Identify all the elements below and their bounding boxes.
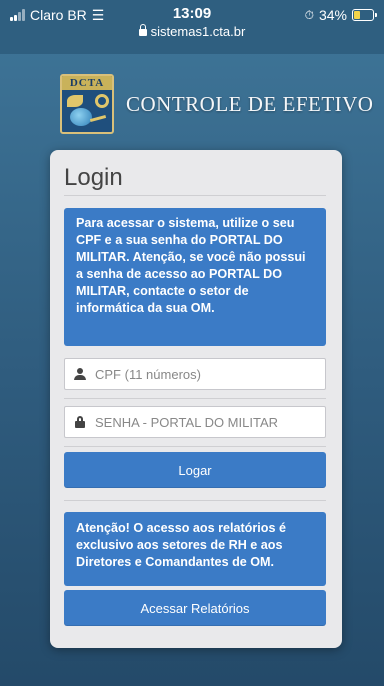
reports-button[interactable]: Acessar Relatórios — [64, 590, 326, 626]
wing-icon — [67, 95, 83, 107]
cpf-input[interactable] — [95, 366, 315, 382]
app-title: CONTROLE DE EFETIVO — [126, 91, 374, 116]
url-text: sistemas1.cta.br — [150, 24, 246, 39]
battery-percent: 34% — [318, 7, 347, 23]
field-divider — [64, 398, 326, 399]
brand-header: DCTA CONTROLE DE EFETIVO — [60, 74, 373, 134]
status-right: ⏱ 34% — [304, 7, 377, 23]
status-bar: Claro BR ☰ 13:09 sistemas1.cta.br ⏱ 34% — [0, 0, 384, 54]
login-title: Login — [64, 164, 123, 191]
form-divider — [64, 446, 326, 447]
dcta-logo: DCTA — [60, 74, 114, 134]
globe-icon — [70, 108, 92, 126]
cpf-field[interactable] — [64, 358, 326, 390]
ring-icon — [95, 94, 109, 108]
section-divider — [64, 500, 326, 501]
login-card: Login Para acessar o sistema, utilize o … — [50, 150, 342, 648]
password-field[interactable] — [64, 406, 326, 438]
user-icon — [65, 359, 95, 389]
login-instructions: Para acessar o sistema, utilize o seu CP… — [64, 208, 326, 346]
logo-text: DCTA — [62, 76, 112, 90]
logo-emblem — [67, 93, 109, 109]
arrow-icon — [89, 114, 107, 123]
alarm-icon: ⏱ — [304, 7, 314, 22]
title-divider — [64, 195, 326, 196]
battery-icon — [352, 9, 377, 21]
battery-fill — [354, 11, 361, 19]
login-button[interactable]: Logar — [64, 452, 326, 488]
password-input[interactable] — [95, 414, 315, 430]
address-bar[interactable]: sistemas1.cta.br — [0, 24, 384, 39]
lock-icon — [138, 24, 147, 36]
reports-notice: Atenção! O acesso aos relatórios é exclu… — [64, 512, 326, 586]
lock-icon — [65, 407, 95, 437]
